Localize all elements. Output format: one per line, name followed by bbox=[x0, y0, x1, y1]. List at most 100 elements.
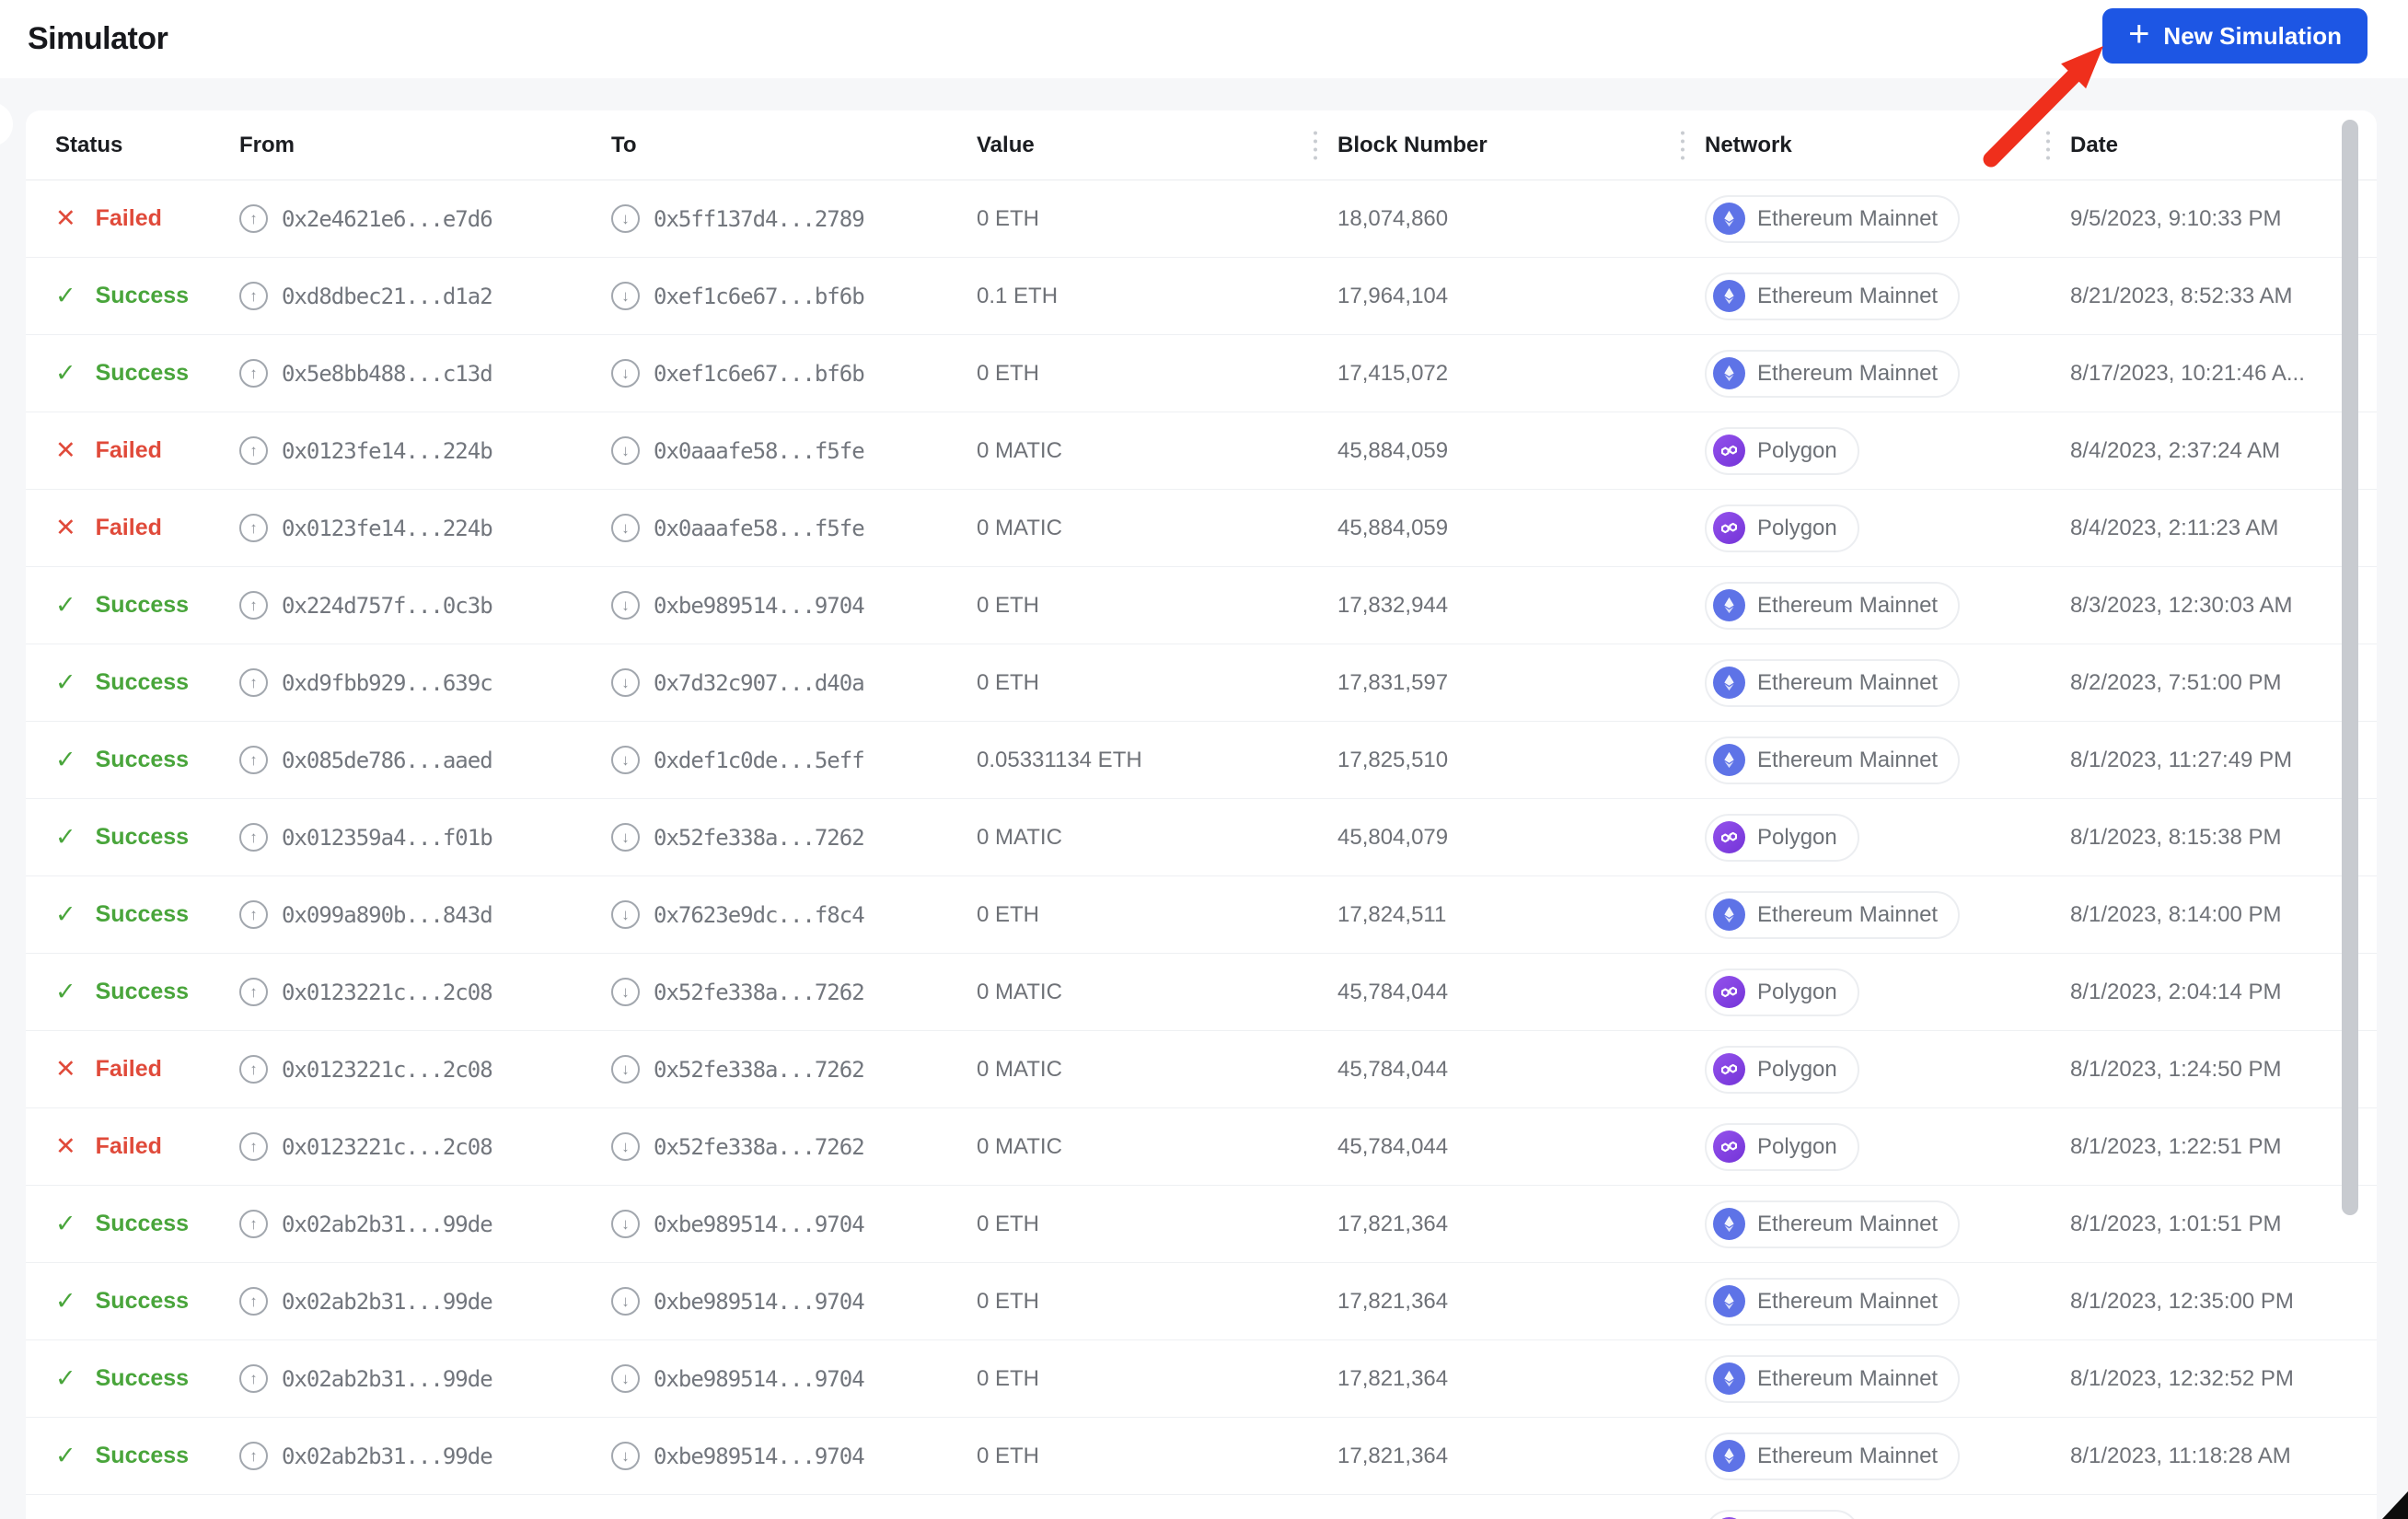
block-number-cell: 17,821,364 bbox=[1337, 1443, 1449, 1468]
arrow-down-circle-icon: ↓ bbox=[611, 978, 640, 1006]
from-address: 0x085de786...aaed bbox=[282, 747, 493, 773]
ethereum-icon bbox=[1713, 280, 1745, 312]
arrow-up-circle-icon: ↑ bbox=[239, 1055, 268, 1084]
network-label: Polygon bbox=[1757, 824, 1837, 850]
table-row[interactable]: ✕ Failed ↑ 0x0123fe14...224b ↓ 0x0aaafe5… bbox=[26, 412, 2377, 490]
network-badge: Ethereum Mainnet bbox=[1705, 658, 1961, 707]
from-cell: ↑ 0x0123fe14...224b bbox=[239, 514, 611, 542]
to-address: 0x52fe338a...7262 bbox=[654, 824, 865, 851]
arrow-up-circle-icon: ↑ bbox=[239, 746, 268, 774]
column-resize-handle[interactable] bbox=[1681, 131, 1684, 159]
from-address: 0x02ab2b31...99de bbox=[282, 1211, 493, 1237]
arrow-up-circle-icon: ↑ bbox=[239, 1132, 268, 1161]
column-header-value[interactable]: Value bbox=[977, 133, 1337, 158]
network-label: Ethereum Mainnet bbox=[1757, 1365, 1939, 1391]
table-row[interactable]: ✓ Success ↑ 0x224d757f...0c3b ↓ 0xbe9895… bbox=[26, 567, 2377, 644]
network-badge: Ethereum Mainnet bbox=[1705, 581, 1961, 630]
column-header-block-number[interactable]: Block Number bbox=[1314, 131, 1705, 159]
from-address: 0x5e8bb488...c13d bbox=[282, 360, 493, 387]
from-cell: ↑ 0x0123221c...2c08 bbox=[239, 978, 611, 1006]
date-cell: 8/4/2023, 2:37:24 AM bbox=[2070, 437, 2281, 463]
network-label: Ethereum Mainnet bbox=[1757, 901, 1939, 927]
background-panel-corner bbox=[0, 102, 13, 146]
column-header-date[interactable]: Date bbox=[2046, 131, 2377, 159]
to-cell: ↓ 0x7623e9dc...f8c4 bbox=[611, 900, 977, 929]
table-row[interactable]: ✕ Failed ↑ 0x0123221c...2c08 ↓ 0x52fe338… bbox=[26, 1031, 2377, 1108]
network-label: Ethereum Mainnet bbox=[1757, 592, 1939, 618]
table-row[interactable]: ✕ Failed ↑ 0x0123221c...2c08 ↓ 0x52fe338… bbox=[26, 1108, 2377, 1186]
table-row[interactable]: ✓ Success ↑ 0x02ab2b31...99de ↓ 0xbe9895… bbox=[26, 1263, 2377, 1340]
scrollbar-thumb[interactable] bbox=[2342, 120, 2358, 1215]
arrow-down-circle-icon: ↓ bbox=[611, 823, 640, 852]
date-cell: 8/21/2023, 8:52:33 AM bbox=[2070, 283, 2293, 308]
table-row[interactable]: ✕ Failed ↑ 0x2e4621e6...e7d6 ↓ 0x5ff137d… bbox=[26, 180, 2377, 258]
table-row[interactable]: ✓ Success ↑ 0x02ab2b31...99de ↓ 0xbe9895… bbox=[26, 1418, 2377, 1495]
ethereum-icon bbox=[1713, 1440, 1745, 1472]
status-label: Success bbox=[95, 979, 190, 1004]
table-row[interactable]: ✓ Success ↑ 0xd9fbb929...639c ↓ 0x7d32c9… bbox=[26, 644, 2377, 722]
status-label: Success bbox=[95, 1211, 190, 1236]
to-address: 0xbe989514...9704 bbox=[654, 592, 865, 619]
network-badge: Ethereum Mainnet bbox=[1705, 1354, 1961, 1403]
arrow-down-circle-icon: ↓ bbox=[611, 746, 640, 774]
from-address: 0x2e4621e6...e7d6 bbox=[282, 205, 493, 232]
from-cell: ↑ 0x0123221c...2c08 bbox=[239, 1055, 611, 1084]
arrow-down-circle-icon: ↓ bbox=[611, 668, 640, 697]
network-cell: Ethereum Mainnet bbox=[1705, 1200, 2070, 1248]
table-row[interactable]: ✕ Failed ↑ 0x0123221c...2c08 ↓ 0x52fe338… bbox=[26, 1495, 2377, 1519]
table-row[interactable]: ✓ Success ↑ 0x5e8bb488...c13d ↓ 0xef1c6e… bbox=[26, 335, 2377, 412]
column-header-from[interactable]: From bbox=[239, 133, 611, 158]
column-header-network[interactable]: Network bbox=[1681, 131, 2070, 159]
network-badge: Ethereum Mainnet bbox=[1705, 1200, 1961, 1248]
new-simulation-button[interactable]: + New Simulation bbox=[2102, 8, 2367, 64]
success-icon: ✓ bbox=[55, 747, 76, 773]
status-label: Success bbox=[95, 283, 190, 308]
arrow-up-circle-icon: ↑ bbox=[239, 436, 268, 465]
value-cell: 0 MATIC bbox=[977, 1133, 1062, 1159]
network-label: Ethereum Mainnet bbox=[1757, 1211, 1939, 1236]
date-cell: 8/1/2023, 11:27:49 PM bbox=[2070, 747, 2293, 772]
status-cell: ✓ Success bbox=[55, 824, 239, 851]
table-row[interactable]: ✓ Success ↑ 0xd8dbec21...d1a2 ↓ 0xef1c6e… bbox=[26, 258, 2377, 335]
date-cell: 8/1/2023, 8:15:38 PM bbox=[2070, 824, 2282, 850]
status-label: Success bbox=[95, 824, 190, 850]
block-number-cell: 17,832,944 bbox=[1337, 592, 1449, 618]
table-row[interactable]: ✓ Success ↑ 0x02ab2b31...99de ↓ 0xbe9895… bbox=[26, 1186, 2377, 1263]
table-row[interactable]: ✓ Success ↑ 0x012359a4...f01b ↓ 0x52fe33… bbox=[26, 799, 2377, 876]
network-badge: Ethereum Mainnet bbox=[1705, 1277, 1961, 1326]
to-cell: ↓ 0x52fe338a...7262 bbox=[611, 1055, 977, 1084]
from-address: 0x0123221c...2c08 bbox=[282, 979, 493, 1005]
network-badge: Polygon bbox=[1705, 1045, 1859, 1094]
arrow-down-circle-icon: ↓ bbox=[611, 900, 640, 929]
status-cell: ✓ Success bbox=[55, 1443, 239, 1469]
value-cell: 0 MATIC bbox=[977, 515, 1062, 540]
table-row[interactable]: ✓ Success ↑ 0x085de786...aaed ↓ 0xdef1c0… bbox=[26, 722, 2377, 799]
table-body: ✕ Failed ↑ 0x2e4621e6...e7d6 ↓ 0x5ff137d… bbox=[26, 180, 2377, 1519]
from-address: 0xd8dbec21...d1a2 bbox=[282, 283, 493, 309]
network-badge: Polygon bbox=[1705, 968, 1859, 1016]
status-cell: ✕ Failed bbox=[55, 1056, 239, 1083]
success-icon: ✓ bbox=[55, 1365, 76, 1392]
block-number-cell: 45,884,059 bbox=[1337, 515, 1449, 540]
column-header-label: Date bbox=[2070, 132, 2119, 157]
to-address: 0xbe989514...9704 bbox=[654, 1443, 865, 1469]
status-cell: ✕ Failed bbox=[55, 205, 239, 232]
to-cell: ↓ 0xbe989514...9704 bbox=[611, 1442, 977, 1470]
arrow-down-circle-icon: ↓ bbox=[611, 1055, 640, 1084]
arrow-up-circle-icon: ↑ bbox=[239, 282, 268, 310]
from-cell: ↑ 0x224d757f...0c3b bbox=[239, 591, 611, 620]
column-header-to[interactable]: To bbox=[611, 133, 977, 158]
table-row[interactable]: ✓ Success ↑ 0x099a890b...843d ↓ 0x7623e9… bbox=[26, 876, 2377, 954]
table-row[interactable]: ✓ Success ↑ 0x0123221c...2c08 ↓ 0x52fe33… bbox=[26, 954, 2377, 1031]
date-cell: 8/3/2023, 12:30:03 AM bbox=[2070, 592, 2293, 618]
to-cell: ↓ 0xdef1c0de...5eff bbox=[611, 746, 977, 774]
column-resize-handle[interactable] bbox=[2046, 131, 2050, 159]
block-number-cell: 17,821,364 bbox=[1337, 1288, 1449, 1314]
column-resize-handle[interactable] bbox=[1314, 131, 1317, 159]
failed-icon: ✕ bbox=[55, 515, 76, 541]
to-cell: ↓ 0xef1c6e67...bf6b bbox=[611, 359, 977, 388]
column-header-status[interactable]: Status bbox=[55, 133, 239, 158]
table-row[interactable]: ✓ Success ↑ 0x02ab2b31...99de ↓ 0xbe9895… bbox=[26, 1340, 2377, 1418]
ethereum-icon bbox=[1713, 744, 1745, 776]
table-row[interactable]: ✕ Failed ↑ 0x0123fe14...224b ↓ 0x0aaafe5… bbox=[26, 490, 2377, 567]
